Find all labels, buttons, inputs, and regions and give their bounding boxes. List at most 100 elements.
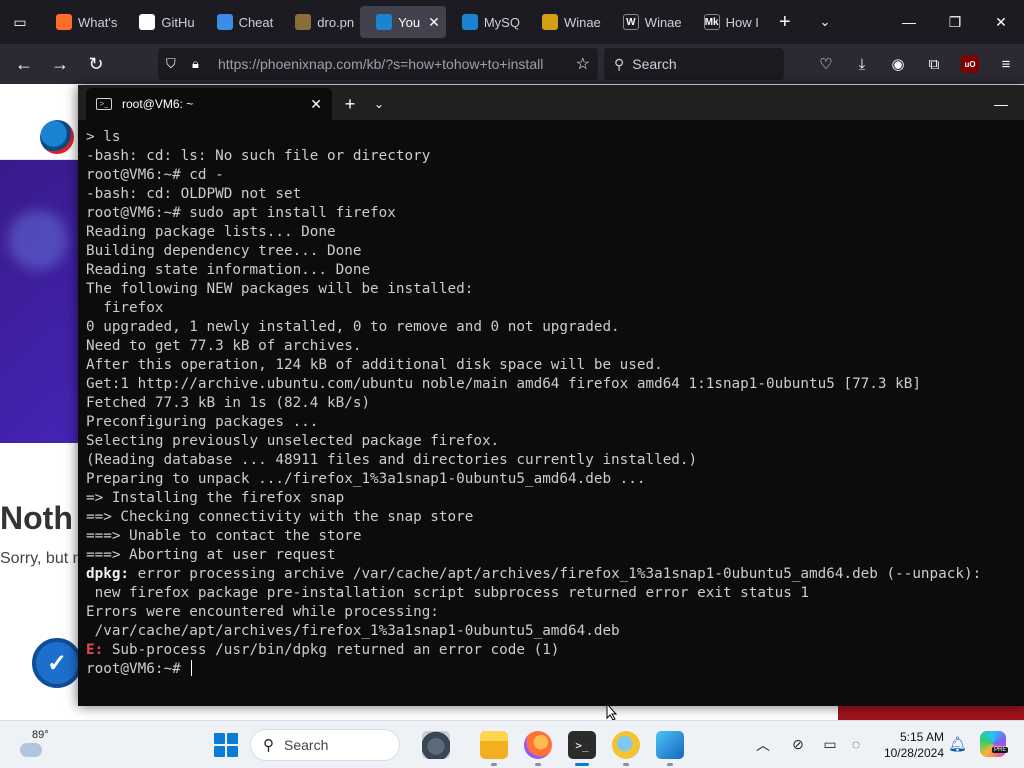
browser-tab[interactable]: Cheat xyxy=(201,6,280,38)
chevron-down-icon[interactable]: ⌄ xyxy=(368,88,390,120)
terminal-tab[interactable]: >_ root@VM6: ~ ✕ xyxy=(86,88,332,120)
vscode-icon xyxy=(216,14,233,30)
search-input[interactable]: ⚲ Search xyxy=(604,48,784,80)
system-clock[interactable]: 5:15 AM 10/28/2024 xyxy=(872,729,944,761)
close-window-button[interactable]: ✕ xyxy=(978,0,1024,44)
terminal-line: ===> Unable to contact the store xyxy=(86,527,1024,546)
virtualbox-app-icon[interactable] xyxy=(422,731,450,759)
menu-icon[interactable]: ≡ xyxy=(988,46,1024,82)
browser-tab[interactable]: W Winae xyxy=(607,6,688,38)
terminal-line-text: root@VM6:~# sudo apt install firefox xyxy=(86,205,396,221)
ublock-origin-icon[interactable]: uO xyxy=(961,55,979,73)
new-terminal-tab-button[interactable]: + xyxy=(332,88,368,120)
minimize-terminal-button[interactable]: — xyxy=(978,88,1024,120)
close-tab-icon[interactable]: ✕ xyxy=(428,14,440,31)
browser-tab[interactable]: Winae xyxy=(526,6,607,38)
terminal-line: dpkg: error processing archive /var/cach… xyxy=(86,565,1024,584)
browser-tab-label: What's xyxy=(78,14,118,30)
shield-icon[interactable]: ⛉ xyxy=(166,56,192,72)
extensions-icon[interactable]: ⧉ xyxy=(916,46,952,82)
cloud-icon xyxy=(20,743,42,757)
winaero-icon xyxy=(541,14,558,30)
forward-arrow-icon[interactable]: → xyxy=(42,46,78,82)
terminal-line: 0 upgraded, 1 newly installed, 0 to remo… xyxy=(86,318,1024,337)
new-tab-button[interactable]: + xyxy=(765,0,805,44)
clock-time: 5:15 AM xyxy=(899,730,944,744)
url-text[interactable]: https://phoenixnap.com/kb/?s=how+tohow+t… xyxy=(218,56,570,72)
terminal-line: After this operation, 124 kB of addition… xyxy=(86,356,1024,375)
browser-tab-label: dro.pn xyxy=(317,14,355,30)
browser-tab[interactable]: You ✕ xyxy=(360,6,446,38)
lock-icon[interactable]: 🔒︎ xyxy=(192,56,218,72)
terminal-line-text: Errors were encountered while processing… xyxy=(86,604,439,620)
wikipedia-icon: W xyxy=(622,14,639,30)
terminal-line: (Reading database ... 48911 files and di… xyxy=(86,451,1024,470)
terminal-line-text: ==> Checking connectivity with the snap … xyxy=(86,509,474,525)
terminal-line: ==> Checking connectivity with the snap … xyxy=(86,508,1024,527)
terminal-line-text: firefox xyxy=(86,300,164,316)
site-logo-icon[interactable] xyxy=(40,120,74,154)
browser-tab[interactable]: Mk How I xyxy=(688,6,765,38)
terminal-line: The following NEW packages will be insta… xyxy=(86,280,1024,299)
mouse-cursor-icon xyxy=(606,703,618,721)
terminal-line-text: Need to get 77.3 kB of archives. xyxy=(86,338,362,354)
browser-tab[interactable]: What's xyxy=(40,6,123,38)
terminal-title-bar: >_ root@VM6: ~ ✕ + ⌄ — xyxy=(78,85,1024,120)
terminal-app-icon[interactable]: >_ xyxy=(568,731,596,766)
downloads-icon[interactable]: ⤓ xyxy=(844,46,880,82)
terminal-window: >_ root@VM6: ~ ✕ + ⌄ — > ls -bash: cd: ls… xyxy=(78,85,1024,721)
chevron-up-icon[interactable]: ︿ xyxy=(756,735,770,755)
browser-tab[interactable]: dro.pn xyxy=(279,6,360,38)
terminal-line-text: Get:1 http://archive.ubuntu.com/ubuntu n… xyxy=(86,376,921,392)
back-arrow-icon[interactable]: ← xyxy=(6,46,42,82)
browser-tab-label: GitHu xyxy=(161,14,195,30)
windows-start-icon[interactable] xyxy=(214,733,238,757)
taskbar: 89° ⚲ Search >_ ︿ ⊘ ▭ ◌ 5:15 AM 10/28/20… xyxy=(0,720,1024,768)
browser-tab[interactable]: GitHu xyxy=(123,6,200,38)
terminal-line-text: Preconfiguring packages ... xyxy=(86,414,319,430)
browser-tab-strip: ▭ What's GitHu Cheat dro.pn You ✕ MySQ Winae W Wi… xyxy=(0,0,1024,44)
vscode-app-icon[interactable] xyxy=(656,731,684,766)
terminal-output[interactable]: > ls -bash: cd: ls: No such file or direc… xyxy=(78,120,1024,706)
page-heading: Noth xyxy=(0,500,73,536)
terminal-line-text: -bash: cd: OLDPWD not set xyxy=(86,186,302,202)
browser-tab[interactable]: MySQ xyxy=(446,6,526,38)
pocket-icon[interactable]: ♡ xyxy=(808,46,844,82)
browser-window-controls: — ❐ ✕ xyxy=(886,0,1024,44)
terminal-line: Building dependency tree... Done xyxy=(86,242,1024,261)
display-icon[interactable]: ▭ xyxy=(820,734,840,754)
file-explorer-icon[interactable] xyxy=(480,731,508,766)
phoenixnap-icon xyxy=(461,14,478,30)
terminal-tab-title: root@VM6: ~ xyxy=(122,97,194,111)
list-all-tabs-icon[interactable]: ⌄ xyxy=(805,0,845,44)
terminal-line: Selecting previously unselected package … xyxy=(86,432,1024,451)
terminal-line-text: root@VM6:~# cd - xyxy=(86,167,224,183)
github-icon xyxy=(139,14,156,30)
bookmark-star-icon[interactable]: ☆ xyxy=(576,54,590,74)
terminal-line-text: After this operation, 124 kB of addition… xyxy=(86,357,663,373)
footer-strip xyxy=(838,706,1024,720)
taskbar-search[interactable]: ⚲ Search xyxy=(250,729,400,761)
winaero-app-icon[interactable] xyxy=(612,731,640,766)
browser-nav-bar: ← → ↻ ⛉ 🔒︎ https://phoenixnap.com/kb/?s=… xyxy=(0,44,1024,84)
checkmark-badge-icon: ✓ xyxy=(32,638,82,688)
minimize-window-button[interactable]: — xyxy=(886,0,932,44)
browser-tabs: What's GitHu Cheat dro.pn You ✕ MySQ Winae W Wina… xyxy=(40,6,765,38)
sound-icon[interactable]: ◌ xyxy=(846,734,866,754)
close-tab-icon[interactable]: ✕ xyxy=(310,96,322,113)
tab-overview-icon[interactable]: ▭ xyxy=(0,0,40,44)
firefox-app-icon[interactable] xyxy=(524,731,552,766)
browser-tab-label: Winae xyxy=(563,14,601,30)
terminal-line-text: > ls xyxy=(86,129,121,145)
browser-tab-label: MySQ xyxy=(483,14,520,30)
terminal-line: E: Sub-process /usr/bin/dpkg returned an… xyxy=(86,641,1024,660)
weather-widget[interactable]: 89° xyxy=(18,729,58,761)
network-off-icon[interactable]: ⊘ xyxy=(788,734,808,754)
restore-window-button[interactable]: ❐ xyxy=(932,0,978,44)
terminal-line-text: new firefox package pre-installation scr… xyxy=(86,585,810,601)
url-bar[interactable]: ⛉ 🔒︎ https://phoenixnap.com/kb/?s=how+to… xyxy=(158,48,598,80)
reload-icon[interactable]: ↻ xyxy=(78,46,114,82)
copilot-icon[interactable]: PRE xyxy=(980,731,1009,757)
notification-bell-icon[interactable]: 🔔︎ xyxy=(948,735,967,753)
account-icon[interactable]: ◉ xyxy=(880,46,916,82)
